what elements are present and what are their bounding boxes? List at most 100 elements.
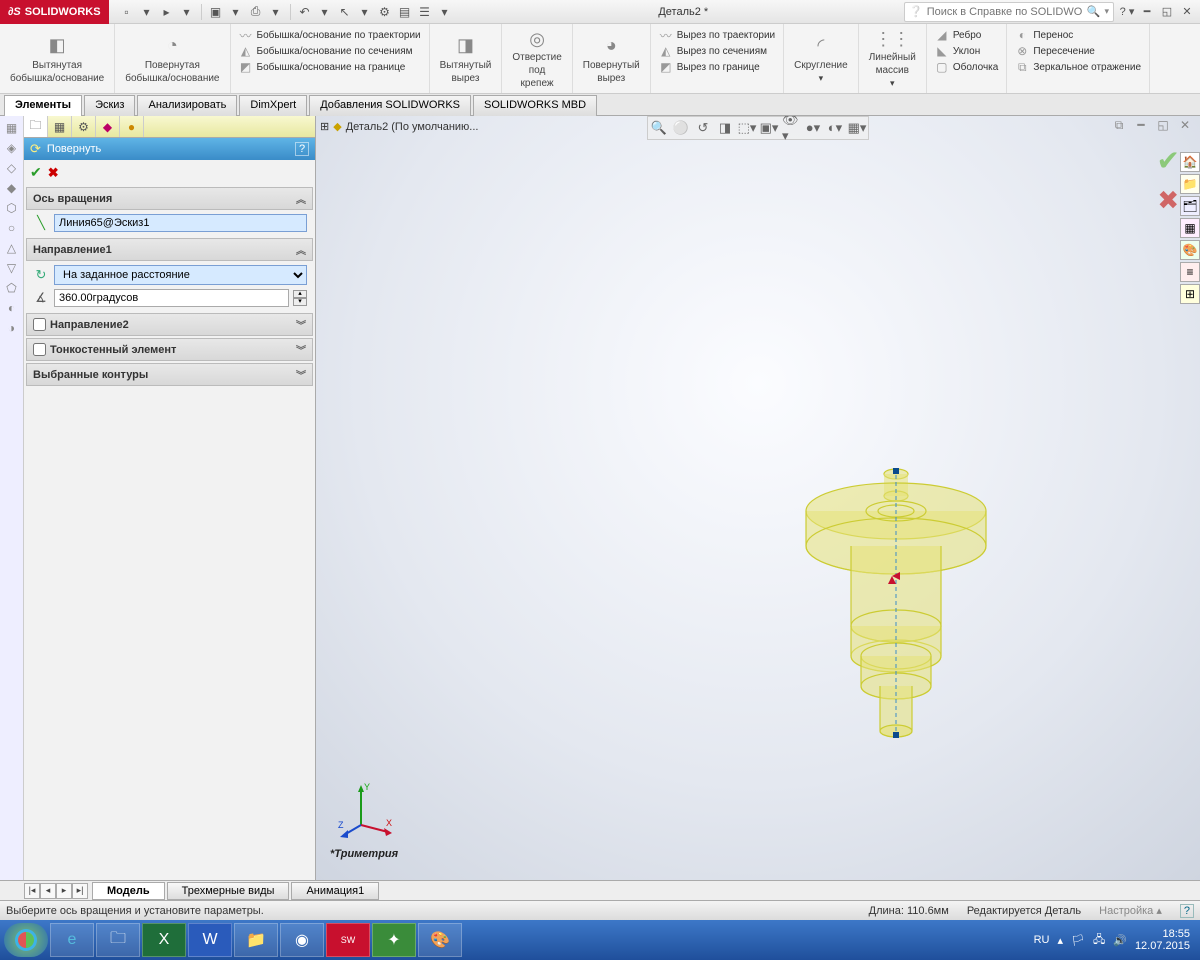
tab-sketch[interactable]: Эскиз: [84, 95, 135, 116]
forum-tab-icon[interactable]: ⊞: [1180, 284, 1200, 304]
nav-prev-icon[interactable]: ◂: [40, 883, 56, 899]
previous-view-icon[interactable]: ↺: [694, 119, 712, 137]
zoom-fit-icon[interactable]: 🔍: [650, 119, 668, 137]
extrude-boss-button[interactable]: ◧ Вытянутая бобышка/основание: [0, 24, 115, 93]
angle-input[interactable]: [54, 289, 289, 307]
boundary-boss-button[interactable]: ◩Бобышка/основание на границе: [239, 60, 421, 74]
dropdown-icon[interactable]: ▾: [437, 4, 453, 20]
view-settings-icon[interactable]: ▦▾: [848, 119, 866, 137]
zoom-area-icon[interactable]: ⚪: [672, 119, 690, 137]
vp-close-icon[interactable]: ✕: [1176, 116, 1194, 134]
section-thin-header[interactable]: Тонкостенный элемент ︾: [26, 338, 313, 361]
tool-icon[interactable]: ◇: [4, 160, 20, 176]
taskbar-excel[interactable]: X: [142, 923, 186, 957]
start-button[interactable]: [4, 923, 48, 957]
tray-network-icon[interactable]: 🖧: [1093, 931, 1105, 950]
tool-icon[interactable]: ◐: [4, 300, 20, 316]
resources-tab-icon[interactable]: 🏠: [1180, 152, 1200, 172]
tab-evaluate[interactable]: Анализировать: [137, 95, 237, 116]
open-icon[interactable]: ▸: [159, 4, 175, 20]
dimxpert-tab-icon[interactable]: ◆: [96, 116, 120, 137]
apply-scene-icon[interactable]: ◐▾: [826, 119, 844, 137]
shell-button[interactable]: ▢Оболочка: [935, 60, 999, 74]
custom-props-tab-icon[interactable]: ≡: [1180, 262, 1200, 282]
undo-icon[interactable]: ↶: [297, 4, 313, 20]
sweep-cut-button[interactable]: 〰Вырез по траектории: [659, 28, 775, 42]
vp-link-icon[interactable]: ⧉: [1110, 116, 1128, 134]
confirm-cancel-icon[interactable]: ✖: [1157, 185, 1179, 216]
section-contours-header[interactable]: Выбранные контуры︾: [26, 363, 313, 386]
status-help-icon[interactable]: ?: [1180, 904, 1194, 918]
tab-dimxpert[interactable]: DimXpert: [239, 95, 307, 116]
tab-animation[interactable]: Анимация1: [291, 882, 379, 900]
selection-filter-icon[interactable]: ▦: [4, 120, 20, 136]
sweep-boss-button[interactable]: 〰Бобышка/основание по траектории: [239, 28, 421, 42]
draft-button[interactable]: ◣Уклон: [935, 44, 999, 58]
fillet-button[interactable]: ◜ Скругление ▾: [784, 24, 859, 93]
wrap-button[interactable]: ◐Перенос: [1015, 28, 1141, 42]
taskbar-chrome[interactable]: ◉: [280, 923, 324, 957]
minimize-icon[interactable]: ━: [1138, 4, 1156, 20]
intersect-button[interactable]: ⊗Пересечение: [1015, 44, 1141, 58]
dropdown-icon[interactable]: ▾: [317, 4, 333, 20]
taskbar-word[interactable]: W: [188, 923, 232, 957]
display-tab-icon[interactable]: ●: [120, 116, 144, 137]
dropdown-icon[interactable]: ▾: [357, 4, 373, 20]
view-palette-tab-icon[interactable]: ▦: [1180, 218, 1200, 238]
revolve-boss-button[interactable]: ◔ Повернутая бобышка/основание: [115, 24, 230, 93]
dropdown-icon[interactable]: ▾: [228, 4, 244, 20]
nav-first-icon[interactable]: |◂: [24, 883, 40, 899]
tray-clock[interactable]: 18:55 12.07.2015: [1135, 928, 1190, 952]
tool-icon[interactable]: ▽: [4, 260, 20, 276]
linear-pattern-button[interactable]: ⋮⋮ Линейный массив ▾: [859, 24, 927, 93]
rebuild-icon[interactable]: ⚙: [377, 4, 393, 20]
tab-mbd[interactable]: SOLIDWORKS MBD: [473, 95, 597, 116]
tab-features[interactable]: Элементы: [4, 95, 82, 116]
ok-button[interactable]: ✔: [30, 164, 42, 181]
taskbar-ie[interactable]: e: [50, 923, 94, 957]
graphics-viewport[interactable]: ⊞ ◆ Деталь2 (По умолчанию... 🔍 ⚪ ↺ ◨ ⬚▾ …: [316, 116, 1200, 880]
tab-addins[interactable]: Добавления SOLIDWORKS: [309, 95, 471, 116]
angle-spinner[interactable]: ▴▾: [293, 290, 307, 306]
rib-button[interactable]: ◢Ребро: [935, 28, 999, 42]
feature-tree-tab-icon[interactable]: 🗀: [24, 116, 48, 137]
section-axis-header[interactable]: Ось вращения︽: [26, 187, 313, 210]
section-view-icon[interactable]: ◨: [716, 119, 734, 137]
tab-model[interactable]: Модель: [92, 882, 165, 900]
close-icon[interactable]: ✕: [1178, 4, 1196, 20]
print-icon[interactable]: ⎙: [248, 4, 264, 20]
tray-lang[interactable]: RU: [1034, 934, 1050, 946]
section-dir2-header[interactable]: Направление2 ︾: [26, 313, 313, 336]
loft-boss-button[interactable]: ◭Бобышка/основание по сечениям: [239, 44, 421, 58]
file-explorer-tab-icon[interactable]: 🗂: [1180, 196, 1200, 216]
save-icon[interactable]: ▣: [208, 4, 224, 20]
help-search[interactable]: ❔ 🔍 ▾: [904, 2, 1114, 22]
dropdown-icon[interactable]: ▾: [179, 4, 195, 20]
section-dir1-header[interactable]: Направление1︽: [26, 238, 313, 261]
cut-extrude-button[interactable]: ◨ Вытянутый вырез: [430, 24, 503, 93]
tray-show-hidden-icon[interactable]: ▴: [1057, 934, 1063, 947]
tray-flag-icon[interactable]: 🏳: [1071, 934, 1085, 947]
taskbar-folder[interactable]: 📁: [234, 923, 278, 957]
thin-checkbox[interactable]: [33, 343, 46, 356]
view-orientation-icon[interactable]: ⬚▾: [738, 119, 756, 137]
orientation-triad[interactable]: Y X Z: [336, 780, 396, 840]
dir2-checkbox[interactable]: [33, 318, 46, 331]
status-customize[interactable]: Настройка ▴: [1099, 904, 1162, 917]
search-icon[interactable]: 🔍: [1087, 5, 1101, 18]
vp-max-icon[interactable]: ◱: [1154, 116, 1172, 134]
design-library-tab-icon[interactable]: 📁: [1180, 174, 1200, 194]
appearances-tab-icon[interactable]: 🎨: [1180, 240, 1200, 260]
reverse-direction-icon[interactable]: ↻: [32, 267, 50, 283]
tab-3d-views[interactable]: Трехмерные виды: [167, 882, 290, 900]
help-dropdown-icon[interactable]: ? ▾: [1118, 4, 1136, 20]
taskbar-paint[interactable]: 🎨: [418, 923, 462, 957]
restore-icon[interactable]: ◱: [1158, 4, 1176, 20]
hole-wizard-button[interactable]: ◎ Отверстие под крепеж: [502, 24, 572, 93]
confirm-ok-icon[interactable]: ✔: [1157, 144, 1180, 177]
config-tab-icon[interactable]: ⚙: [72, 116, 96, 137]
search-input[interactable]: [927, 6, 1083, 18]
edit-appearance-icon[interactable]: ●▾: [804, 119, 822, 137]
loft-cut-button[interactable]: ◭Вырез по сечениям: [659, 44, 775, 58]
cancel-button[interactable]: ✖: [48, 165, 59, 181]
